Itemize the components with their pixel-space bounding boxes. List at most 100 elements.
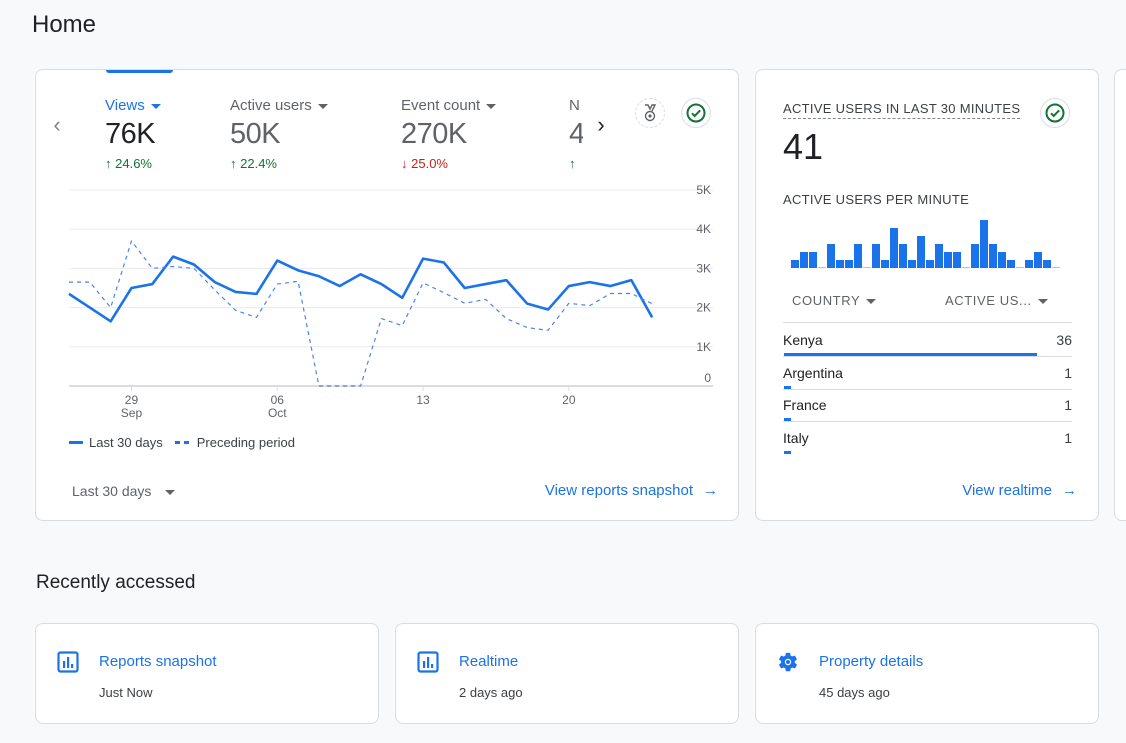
country-row[interactable]: Kenya 36 bbox=[783, 323, 1072, 357]
per-minute-bar[interactable] bbox=[881, 260, 889, 268]
per-minute-bar[interactable] bbox=[944, 252, 952, 268]
country-users: 1 bbox=[1064, 397, 1072, 414]
per-minute-bar[interactable] bbox=[818, 267, 826, 268]
per-minute-bar[interactable] bbox=[953, 252, 961, 268]
arrow-right-icon: → bbox=[1062, 482, 1077, 499]
country-name: Argentina bbox=[783, 364, 843, 381]
check-circle-icon[interactable] bbox=[1040, 98, 1070, 128]
arrow-up-icon: ↑ bbox=[569, 156, 576, 171]
caret-down-icon bbox=[317, 103, 328, 109]
legend-dashed-swatch bbox=[174, 441, 191, 444]
series-line-last-30-days bbox=[68, 255, 654, 323]
metric-tab-event-count[interactable]: Event count 270K ↓ 25.0% bbox=[401, 97, 497, 171]
per-minute-bar[interactable] bbox=[1043, 260, 1051, 268]
recent-item-realtime[interactable]: Realtime 2 days ago bbox=[395, 623, 739, 724]
check-circle-icon[interactable] bbox=[681, 98, 711, 128]
recent-item-property-details[interactable]: Property details 45 days ago bbox=[755, 623, 1099, 724]
per-minute-bar[interactable] bbox=[1016, 267, 1024, 268]
date-range-select[interactable]: Last 30 days bbox=[72, 483, 176, 499]
view-realtime-link[interactable]: View realtime → bbox=[962, 482, 1077, 499]
recent-item-title: Reports snapshot bbox=[99, 653, 217, 670]
views-line-chart: 0 1K 2K 3K 4K 5K 29Sep 06Oct 13 20 bbox=[68, 185, 713, 420]
per-minute-bar[interactable] bbox=[809, 252, 817, 268]
realtime-card: ACTIVE USERS IN LAST 30 MINUTES 41 ACTIV… bbox=[755, 69, 1099, 521]
per-minute-bar[interactable] bbox=[872, 244, 880, 268]
legend-previous: Preceding period bbox=[196, 435, 296, 450]
caret-down-icon bbox=[486, 103, 497, 109]
per-minute-title: ACTIVE USERS PER MINUTE bbox=[783, 192, 970, 207]
metric-label: N bbox=[569, 97, 580, 114]
country-users: 36 bbox=[1056, 332, 1072, 348]
caret-down-icon bbox=[150, 103, 161, 109]
realtime-value: 41 bbox=[783, 126, 824, 167]
country-users: 1 bbox=[1064, 364, 1072, 381]
country-share-bar bbox=[784, 451, 791, 455]
per-minute-bar[interactable] bbox=[908, 260, 916, 268]
legend-solid-swatch bbox=[69, 441, 83, 444]
per-minute-bar[interactable] bbox=[1025, 260, 1033, 268]
recent-item-title: Property details bbox=[819, 653, 924, 670]
arrow-right-icon: → bbox=[703, 482, 718, 499]
per-minute-bar[interactable] bbox=[827, 244, 835, 268]
country-users: 1 bbox=[1064, 430, 1072, 447]
chevron-left-icon[interactable]: ‹ bbox=[46, 114, 68, 136]
recent-item-time: Just Now bbox=[99, 685, 153, 700]
per-minute-bar[interactable] bbox=[962, 267, 970, 268]
realtime-title[interactable]: ACTIVE USERS IN LAST 30 MINUTES bbox=[783, 101, 1021, 119]
per-minute-bar[interactable] bbox=[989, 244, 997, 268]
chevron-right-icon[interactable]: › bbox=[590, 114, 612, 136]
per-minute-bar[interactable] bbox=[863, 267, 871, 268]
metric-value: 4 bbox=[569, 118, 583, 151]
per-minute-bar[interactable] bbox=[1052, 267, 1060, 268]
per-minute-bar[interactable] bbox=[980, 220, 988, 268]
x-tick-label: 13 bbox=[416, 393, 430, 407]
medal-icon[interactable] bbox=[635, 98, 665, 128]
country-row[interactable]: France 1 bbox=[783, 388, 1072, 423]
arrow-up-icon: ↑ bbox=[105, 156, 112, 171]
recent-item-time: 45 days ago bbox=[819, 685, 890, 700]
per-minute-bar[interactable] bbox=[917, 236, 925, 268]
metric-value: 270K bbox=[401, 118, 467, 150]
per-minute-bar[interactable] bbox=[971, 244, 979, 268]
page-title: Home bbox=[32, 11, 97, 38]
metric-tab-active-users[interactable]: Active users 50K ↑ 22.4% bbox=[230, 97, 328, 171]
country-column-header[interactable]: COUNTRY bbox=[792, 293, 877, 308]
per-minute-bar[interactable] bbox=[791, 260, 799, 268]
caret-down-icon bbox=[165, 489, 176, 495]
y-tick-label: 5K bbox=[696, 185, 711, 197]
y-tick-label: 0 bbox=[704, 371, 711, 385]
metric-tab-views[interactable]: Views 76K ↑ 24.6% bbox=[105, 97, 161, 171]
recently-accessed-title: Recently accessed bbox=[36, 572, 196, 593]
metric-label: Active users bbox=[230, 97, 328, 114]
per-minute-bar[interactable] bbox=[890, 228, 898, 268]
x-tick-sublabel: Oct bbox=[268, 406, 287, 420]
metric-tab-clipped[interactable]: N 4 ↑ bbox=[569, 97, 583, 171]
per-minute-bar[interactable] bbox=[845, 260, 853, 268]
per-minute-bar[interactable] bbox=[935, 244, 943, 268]
per-minute-bar[interactable] bbox=[899, 244, 907, 268]
y-tick-label: 1K bbox=[696, 340, 711, 354]
bar-chart-icon bbox=[57, 651, 79, 673]
metric-delta: ↑ 24.6% bbox=[105, 156, 152, 171]
country-row[interactable]: Argentina 1 bbox=[783, 356, 1072, 390]
recent-item-time: 2 days ago bbox=[459, 685, 523, 700]
per-minute-bar[interactable] bbox=[1007, 260, 1015, 268]
per-minute-bar[interactable] bbox=[836, 260, 844, 268]
recent-item-reports-snapshot[interactable]: Reports snapshot Just Now bbox=[35, 623, 379, 724]
active-users-column-header[interactable]: ACTIVE US... bbox=[945, 293, 1048, 308]
per-minute-bar[interactable] bbox=[854, 244, 862, 268]
per-minute-bar[interactable] bbox=[1034, 252, 1042, 268]
y-tick-label: 3K bbox=[696, 261, 711, 275]
per-minute-bar[interactable] bbox=[800, 252, 808, 268]
metric-delta: ↑ 22.4% bbox=[230, 156, 277, 171]
active-metric-indicator bbox=[106, 70, 173, 73]
metric-value: 50K bbox=[230, 118, 281, 150]
country-row[interactable]: Italy 1 bbox=[783, 421, 1072, 455]
view-reports-snapshot-link[interactable]: View reports snapshot → bbox=[545, 482, 718, 499]
x-tick-label: 29 bbox=[125, 393, 139, 407]
y-tick-label: 4K bbox=[696, 222, 711, 236]
recent-item-title: Realtime bbox=[459, 653, 519, 670]
per-minute-bar[interactable] bbox=[926, 260, 934, 268]
per-minute-bar[interactable] bbox=[998, 252, 1006, 268]
country-name: Kenya bbox=[783, 332, 823, 348]
